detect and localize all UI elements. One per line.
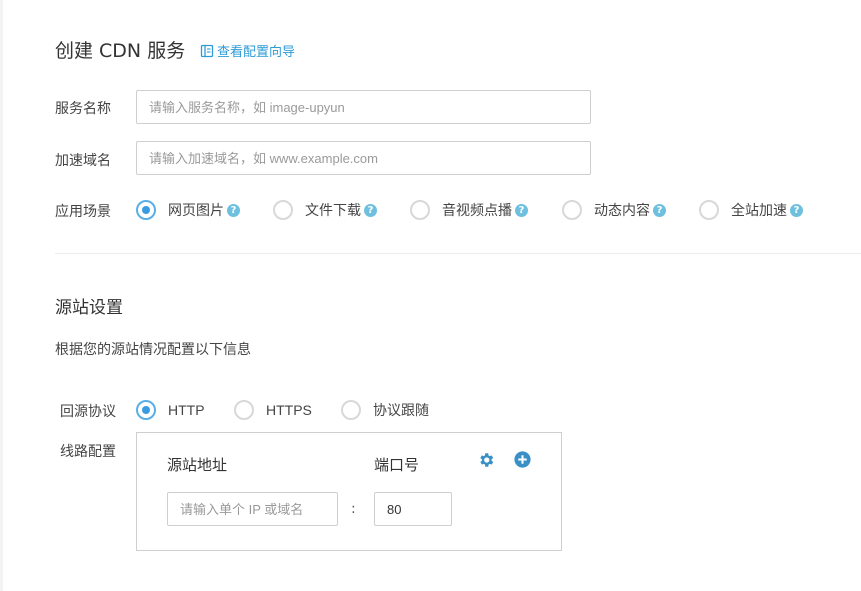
radio-unchecked-icon [410,200,430,220]
guide-doc-icon [200,44,214,57]
help-icon[interactable]: ? [227,203,240,217]
left-edge-strip [0,0,3,591]
view-guide-link[interactable]: 查看配置向导 [200,41,295,60]
domain-label: 加速域名 [55,153,111,169]
scenario-option-video-on-demand[interactable]: 音视频点播 ? [410,200,528,220]
origin-section-title: 源站设置 [55,298,123,318]
route-config-box: 源站地址 端口号 : [136,432,562,551]
scenario-option-label: 全站加速 [731,203,787,219]
radio-unchecked-icon [699,200,719,220]
help-icon[interactable]: ? [364,203,377,217]
protocol-option-http[interactable]: HTTP [136,400,205,420]
create-cdn-service-page: 创建 CDN 服务 查看配置向导 服务名称 加速域名 应用场景 网页图片 ? 文… [0,0,861,591]
gear-icon[interactable] [477,451,495,469]
section-divider [55,253,861,254]
service-name-label: 服务名称 [55,101,111,117]
radio-unchecked-icon [562,200,582,220]
page-title: 创建 CDN 服务 [55,40,186,62]
domain-input[interactable] [136,141,591,175]
help-icon[interactable]: ? [515,203,528,217]
origin-address-header: 源站地址 [167,456,228,474]
radio-unchecked-icon [341,400,361,420]
protocol-option-label: HTTP [168,402,205,418]
port-header: 端口号 [374,456,420,474]
scenario-label: 应用场景 [55,204,111,220]
route-config-label: 线路配置 [60,444,116,460]
protocol-option-label: 协议跟随 [373,403,429,419]
scenario-option-label: 音视频点播 [442,203,512,219]
port-input[interactable] [374,492,452,526]
protocol-option-follow[interactable]: 协议跟随 [341,400,429,420]
scenario-option-label: 网页图片 [168,203,224,219]
scenario-option-full-site[interactable]: 全站加速 ? [699,200,803,220]
help-icon[interactable]: ? [653,203,666,217]
help-icon[interactable]: ? [790,203,803,217]
scenario-option-dynamic-content[interactable]: 动态内容 ? [562,200,666,220]
scenario-option-web-images[interactable]: 网页图片 ? [136,200,240,220]
protocol-label: 回源协议 [60,404,116,420]
radio-unchecked-icon [234,400,254,420]
origin-address-input[interactable] [167,492,338,526]
protocol-option-label: HTTPS [266,402,312,418]
protocol-option-https[interactable]: HTTPS [234,400,312,420]
scenario-option-file-download[interactable]: 文件下载 ? [273,200,377,220]
radio-checked-icon [136,400,156,420]
address-port-separator: : [351,501,356,517]
radio-checked-icon [136,200,156,220]
view-guide-label: 查看配置向导 [217,45,296,60]
radio-unchecked-icon [273,200,293,220]
plus-circle-icon[interactable] [514,451,531,468]
scenario-option-label: 文件下载 [305,203,361,219]
scenario-option-label: 动态内容 [594,203,650,219]
service-name-input[interactable] [136,90,591,124]
origin-section-description: 根据您的源站情况配置以下信息 [55,342,251,358]
